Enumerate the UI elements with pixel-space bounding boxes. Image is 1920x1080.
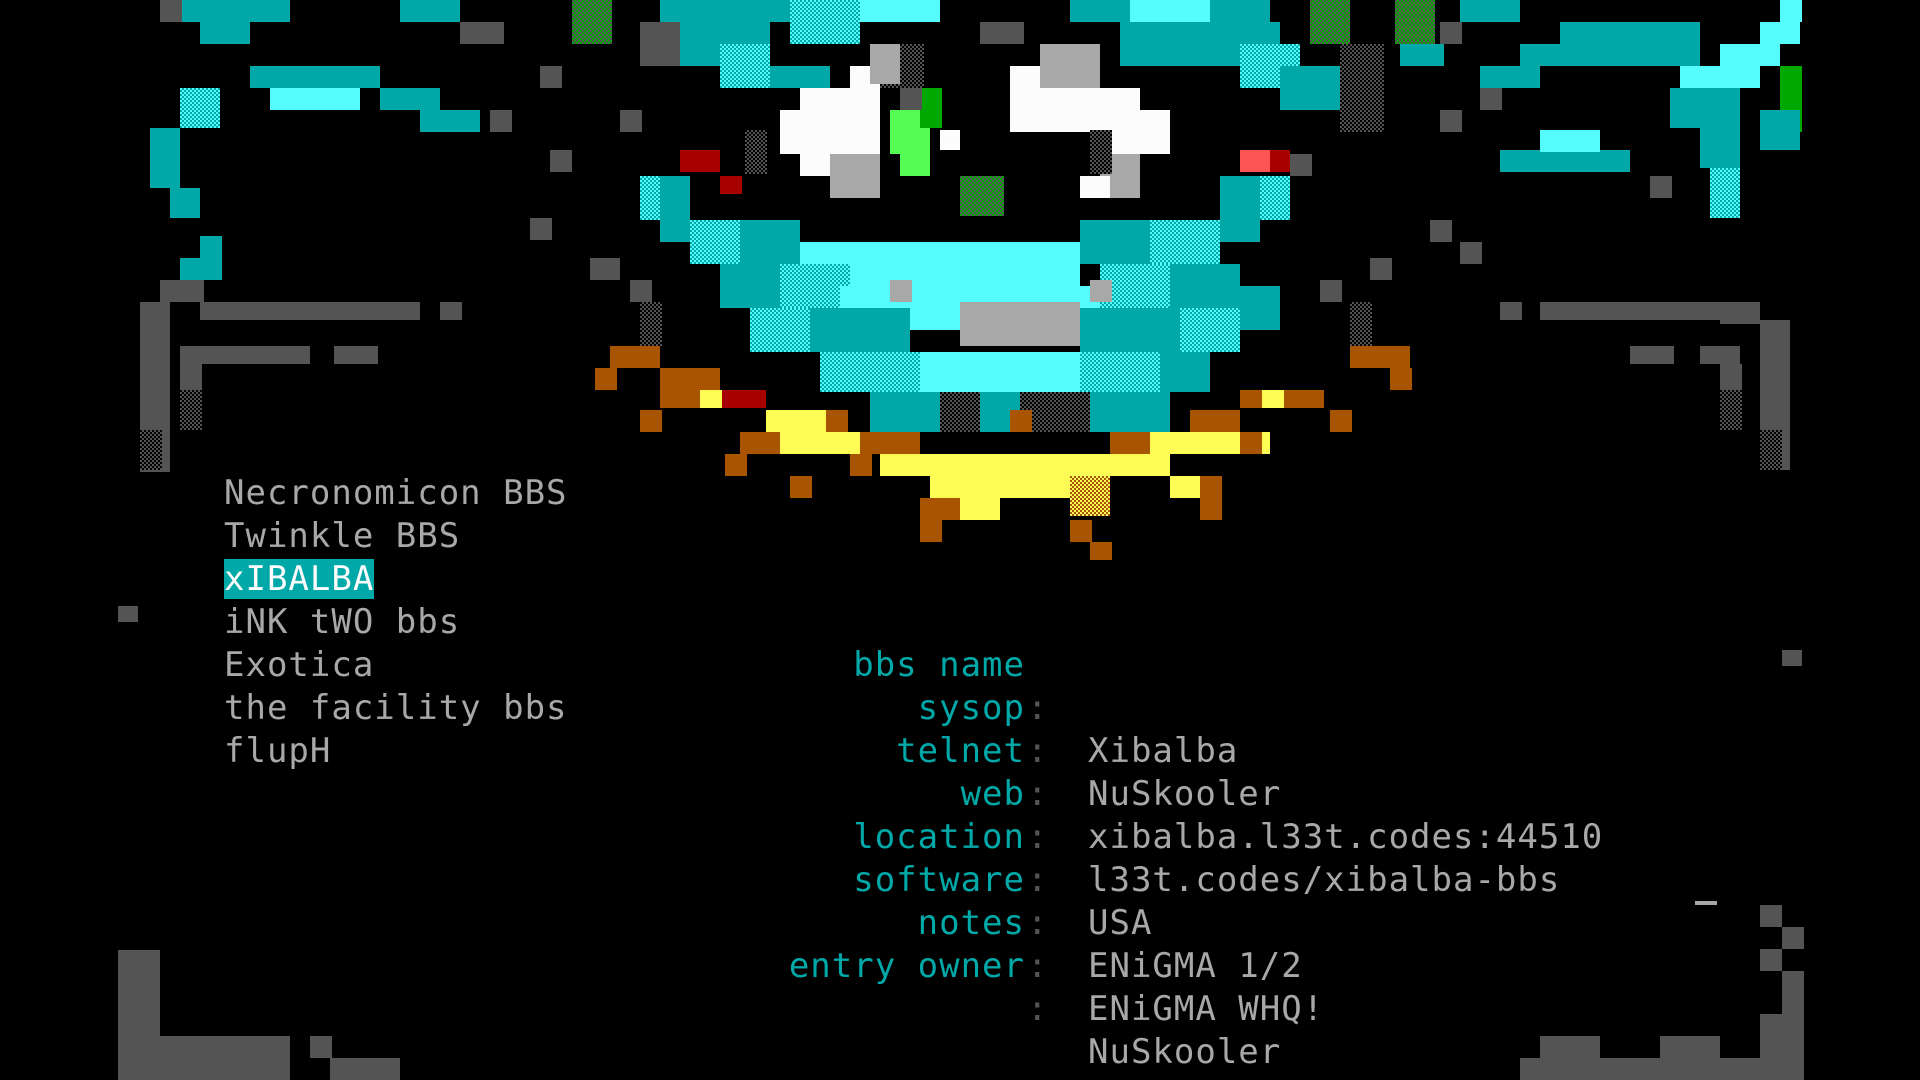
detail-value: ENiGMA 1/2 — [1088, 946, 1303, 986]
detail-row-entry-owner: entry owner : NuSkooler — [700, 902, 1700, 1072]
detail-row-sysop: sysop : NuSkooler — [700, 644, 1700, 814]
detail-row-telnet: telnet : xibalba.l33t.codes:44510 — [700, 687, 1700, 857]
bbs-list-item-label: Necronomicon BBS — [224, 473, 568, 513]
bbs-list-item-selected[interactable]: xIBALBA — [224, 558, 568, 601]
detail-row-notes: notes : ENiGMA WHQ! — [700, 859, 1700, 1029]
detail-label: entry owner — [788, 946, 1025, 986]
bbs-list-item[interactable]: the facility bbs — [224, 687, 568, 730]
detail-colon: : — [1027, 946, 1049, 986]
text-cursor — [1695, 901, 1717, 905]
terminal-screen: Necronomicon BBS Twinkle BBS xIBALBA iNK… — [0, 0, 1920, 1080]
bbs-list-item-label: iNK tWO bbs — [224, 602, 461, 642]
bbs-list-item[interactable]: flupH — [224, 730, 568, 773]
detail-row-web: web : l33t.codes/xibalba-bbs — [700, 730, 1700, 900]
bbs-list-item[interactable]: Exotica — [224, 644, 568, 687]
detail-value: NuSkooler — [1088, 1032, 1282, 1072]
bbs-list-item[interactable]: iNK tWO bbs — [224, 601, 568, 644]
detail-value: ENiGMA WHQ! — [1088, 989, 1325, 1029]
bbs-list-item-label: Exotica — [224, 645, 375, 685]
bbs-list-item-label: xIBALBA — [224, 559, 375, 599]
bbs-list[interactable]: Necronomicon BBS Twinkle BBS xIBALBA iNK… — [224, 472, 568, 773]
bbs-list-item[interactable]: Twinkle BBS — [224, 515, 568, 558]
detail-row-location: location : USA — [700, 773, 1700, 943]
bbs-list-item-label: the facility bbs — [224, 688, 568, 728]
bbs-list-item[interactable]: Necronomicon BBS — [224, 472, 568, 515]
bbs-list-item-label: Twinkle BBS — [224, 516, 461, 556]
detail-colon: : — [1027, 989, 1049, 1029]
detail-row-software: software : ENiGMA 1/2 — [700, 816, 1700, 986]
bbs-details-panel: bbs name : Xibalba sysop : NuSkooler tel… — [700, 601, 1700, 1072]
bbs-list-item-label: flupH — [224, 731, 332, 771]
detail-row-bbs-name: bbs name : Xibalba — [700, 601, 1700, 771]
